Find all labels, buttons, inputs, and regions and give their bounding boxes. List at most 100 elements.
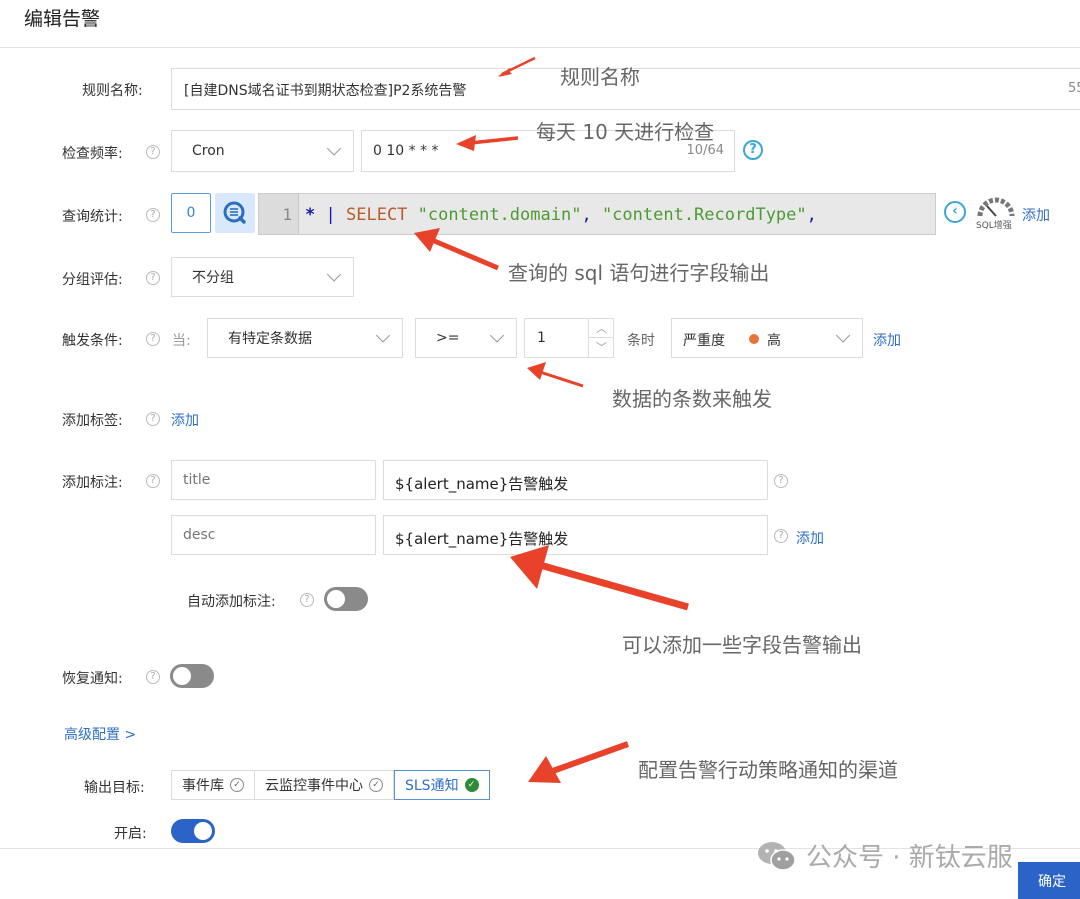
- output-target-label: 事件库: [182, 778, 224, 794]
- rule-name-counter: 55: [1068, 81, 1080, 96]
- chevron-down-icon: [326, 141, 342, 156]
- annotation-key-input-1[interactable]: [171, 460, 376, 500]
- labels-label: 添加标签:: [62, 413, 123, 429]
- trigger-suffix: 条时: [627, 333, 655, 349]
- check-circle-icon: ✓: [230, 778, 244, 792]
- auto-annotation-label: 自动添加标注:: [187, 594, 276, 610]
- enabled-label: 开启:: [114, 826, 147, 842]
- severity-dot-icon: [749, 334, 759, 344]
- labels-help-icon[interactable]: ?: [146, 412, 160, 426]
- group-label: 分组评估:: [62, 272, 123, 288]
- rule-name-label: 规则名称:: [82, 83, 143, 99]
- recovery-label: 恢复通知:: [62, 671, 123, 687]
- group-value: 不分组: [192, 270, 234, 286]
- chevron-down-icon: [835, 328, 851, 343]
- query-count-badge[interactable]: 0: [171, 193, 211, 233]
- severity-value: 高: [767, 333, 781, 349]
- trigger-add-link[interactable]: 添加: [873, 330, 901, 350]
- arrow-icon: [528, 756, 561, 783]
- output-target-eventstore[interactable]: 事件库 ✓: [171, 770, 255, 800]
- dialog-title: 编辑告警: [24, 8, 101, 30]
- sql-line: * | SELECT "content.domain", "content.Re…: [305, 194, 817, 236]
- arrow-icon: [431, 237, 499, 271]
- recovery-toggle[interactable]: [170, 664, 214, 688]
- output-target-sls[interactable]: SLS通知 ✓: [394, 770, 490, 800]
- line-number: 1: [259, 194, 299, 234]
- trigger-operator-select[interactable]: >=: [415, 318, 517, 358]
- frequency-help-icon[interactable]: ?: [146, 145, 160, 159]
- trigger-count-input[interactable]: 1 ︿ ﹀: [524, 318, 614, 358]
- chevron-down-icon: [375, 328, 391, 343]
- gauge-icon: [977, 197, 1015, 217]
- auto-annotation-toggle[interactable]: [324, 587, 368, 611]
- cron-help-icon[interactable]: ?: [743, 140, 763, 160]
- query-add-link[interactable]: 添加: [1022, 205, 1050, 225]
- search-list-icon: [223, 201, 246, 224]
- annotation-help-icon[interactable]: ?: [774, 529, 788, 543]
- annotation-value-input-2[interactable]: ${alert_name}告警触发: [383, 515, 768, 555]
- severity-label: 严重度: [683, 333, 725, 349]
- annotations-label: 添加标注:: [62, 475, 123, 491]
- enabled-toggle[interactable]: [171, 819, 215, 843]
- annotation-value-1: ${alert_name}告警触发: [395, 475, 569, 493]
- query-help-icon[interactable]: ?: [146, 208, 160, 222]
- annotation-value-input-1[interactable]: ${alert_name}告警触发: [383, 460, 768, 500]
- chevron-down-icon: [489, 328, 505, 343]
- sql-comma-2: ,: [806, 205, 817, 225]
- advanced-config-link[interactable]: 高级配置 >: [64, 724, 136, 744]
- sql-pipe: |: [325, 205, 336, 225]
- sql-editor[interactable]: 1 * | SELECT "content.domain", "content.…: [258, 193, 936, 235]
- sql-star: *: [305, 205, 316, 225]
- output-target-label: SLS通知: [405, 778, 459, 794]
- collapse-left-icon[interactable]: ‹: [944, 201, 966, 223]
- trigger-condition-value: 有特定条数据: [228, 331, 312, 347]
- trigger-count-value: 1: [537, 330, 546, 346]
- group-select[interactable]: 不分组: [171, 257, 354, 297]
- arrow-icon: [527, 362, 546, 380]
- cron-counter: 10/64: [686, 143, 724, 158]
- arrow-icon: [539, 370, 584, 388]
- trigger-condition-select[interactable]: 有特定条数据: [207, 318, 403, 358]
- note-trigger: 数据的条数来触发: [612, 387, 772, 411]
- annotations-add-link[interactable]: 添加: [796, 528, 824, 548]
- note-frequency: 每天 10 天进行检查: [536, 120, 715, 144]
- confirm-button[interactable]: 确定: [1018, 862, 1080, 899]
- watermark-text: 公众号 · 新钛云服: [806, 843, 1013, 873]
- annotation-help-icon[interactable]: ?: [774, 474, 788, 488]
- check-circle-filled-icon: ✓: [464, 778, 479, 792]
- sql-keyword: SELECT: [346, 205, 408, 225]
- annotation-value-2: ${alert_name}告警触发: [395, 530, 569, 548]
- recovery-help-icon[interactable]: ?: [146, 670, 160, 684]
- sql-enhance-button[interactable]: SQL增强: [974, 196, 1018, 232]
- frequency-type-value: Cron: [192, 143, 225, 159]
- note-query: 查询的 sql 语句进行字段输出: [508, 261, 770, 285]
- output-label: 输出目标:: [84, 780, 145, 796]
- severity-select[interactable]: 严重度 高: [671, 318, 863, 358]
- trigger-operator-value: >=: [436, 330, 460, 346]
- stepper-up-icon[interactable]: ︿: [588, 319, 614, 338]
- labels-add-link[interactable]: 添加: [171, 410, 199, 430]
- output-target-group: 事件库 ✓ 云监控事件中心 ✓ SLS通知 ✓: [171, 770, 490, 800]
- watermark: 公众号 · 新钛云服: [756, 837, 1013, 874]
- sql-string-2: "content.RecordType": [601, 205, 807, 225]
- toggle-knob: [194, 822, 212, 840]
- cron-value: 0 10 * * *: [373, 143, 439, 159]
- rule-name-value: [自建DNS域名证书到期状态检查]P2系统告警: [184, 83, 467, 99]
- auto-annotation-help-icon[interactable]: ?: [300, 593, 314, 607]
- trigger-when-label: 当:: [172, 333, 191, 349]
- wechat-icon: [758, 841, 796, 871]
- frequency-type-select[interactable]: Cron: [171, 130, 354, 172]
- arrow-icon: [539, 561, 689, 611]
- output-target-label: 云监控事件中心: [265, 778, 363, 794]
- sql-comma-1: ,: [581, 205, 592, 225]
- query-search-button[interactable]: [215, 193, 255, 233]
- output-target-cloudmonitor[interactable]: 云监控事件中心 ✓: [255, 770, 394, 800]
- frequency-label: 检查频率:: [62, 146, 123, 162]
- query-label: 查询统计:: [62, 209, 123, 225]
- sql-string-1: "content.domain": [417, 205, 582, 225]
- group-help-icon[interactable]: ?: [146, 271, 160, 285]
- annotation-key-input-2[interactable]: [171, 515, 376, 555]
- annotations-help-icon[interactable]: ?: [146, 474, 160, 488]
- stepper-down-icon[interactable]: ﹀: [588, 338, 614, 357]
- trigger-help-icon[interactable]: ?: [146, 332, 160, 346]
